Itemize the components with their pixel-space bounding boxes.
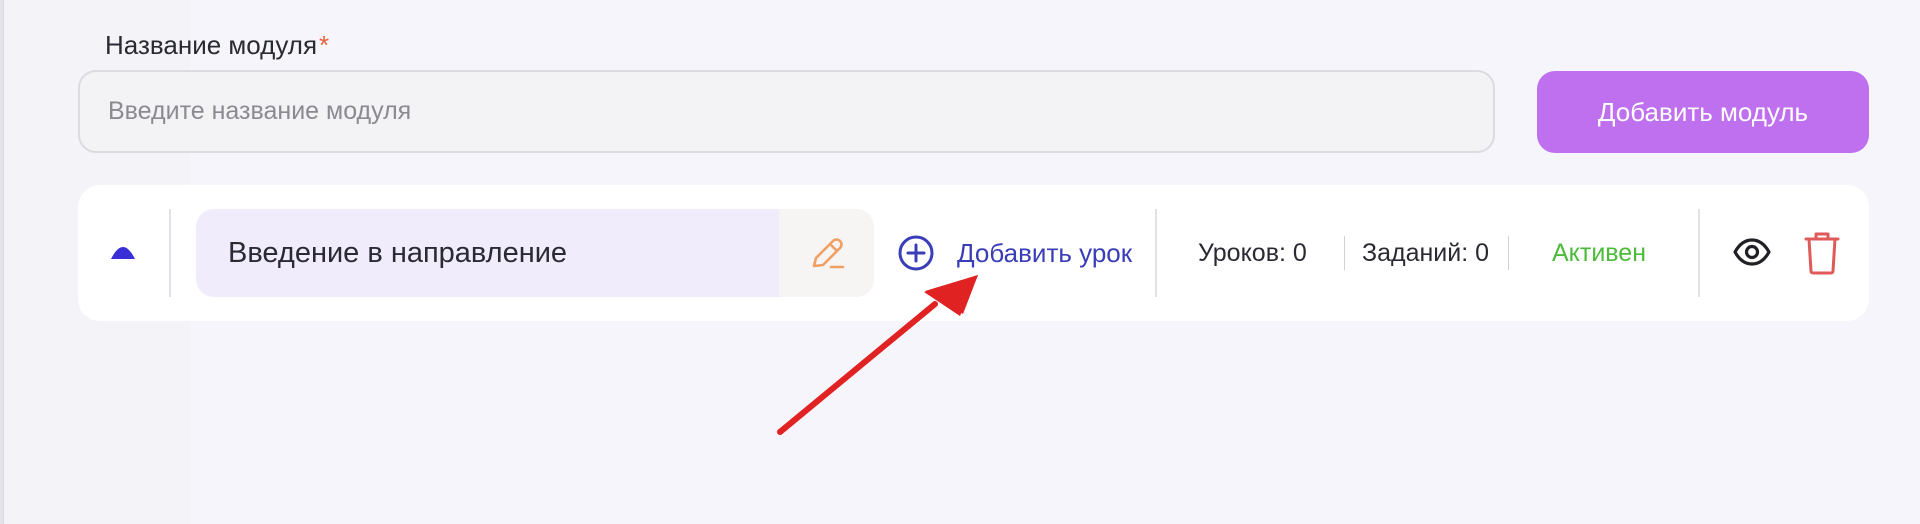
status-badge: Активен bbox=[1552, 239, 1647, 267]
collapse-toggle[interactable] bbox=[106, 236, 140, 270]
plus-circle-icon bbox=[898, 235, 934, 271]
module-name-label: Название модуля* bbox=[105, 28, 329, 62]
view-module-button[interactable] bbox=[1732, 232, 1772, 272]
edit-module-button[interactable] bbox=[779, 209, 874, 297]
divider bbox=[169, 209, 171, 297]
add-lesson-label: Добавить урок bbox=[957, 237, 1133, 268]
add-lesson-button[interactable]: Добавить урок bbox=[897, 230, 1132, 276]
add-module-button[interactable]: Добавить модуль bbox=[1537, 71, 1869, 153]
page: Название модуля* Добавить модуль Введени… bbox=[0, 0, 1920, 524]
module-name-field[interactable]: Введение в направление bbox=[196, 209, 874, 297]
module-name: Введение в направление bbox=[228, 237, 568, 269]
divider bbox=[1508, 236, 1509, 270]
module-name-input[interactable] bbox=[78, 70, 1495, 153]
divider bbox=[1698, 209, 1700, 297]
lessons-count: Уроков: 0 bbox=[1198, 239, 1307, 267]
trash-icon bbox=[1804, 232, 1840, 275]
required-mark: * bbox=[319, 30, 330, 60]
pencil-icon bbox=[812, 238, 844, 269]
divider bbox=[1155, 209, 1157, 297]
eye-icon bbox=[1733, 238, 1771, 266]
chevron-up-icon bbox=[111, 247, 135, 259]
module-name-label-text: Название модуля bbox=[105, 30, 318, 60]
divider bbox=[1344, 236, 1345, 270]
delete-module-button[interactable] bbox=[1802, 230, 1842, 276]
tasks-count: Заданий: 0 bbox=[1362, 239, 1490, 267]
